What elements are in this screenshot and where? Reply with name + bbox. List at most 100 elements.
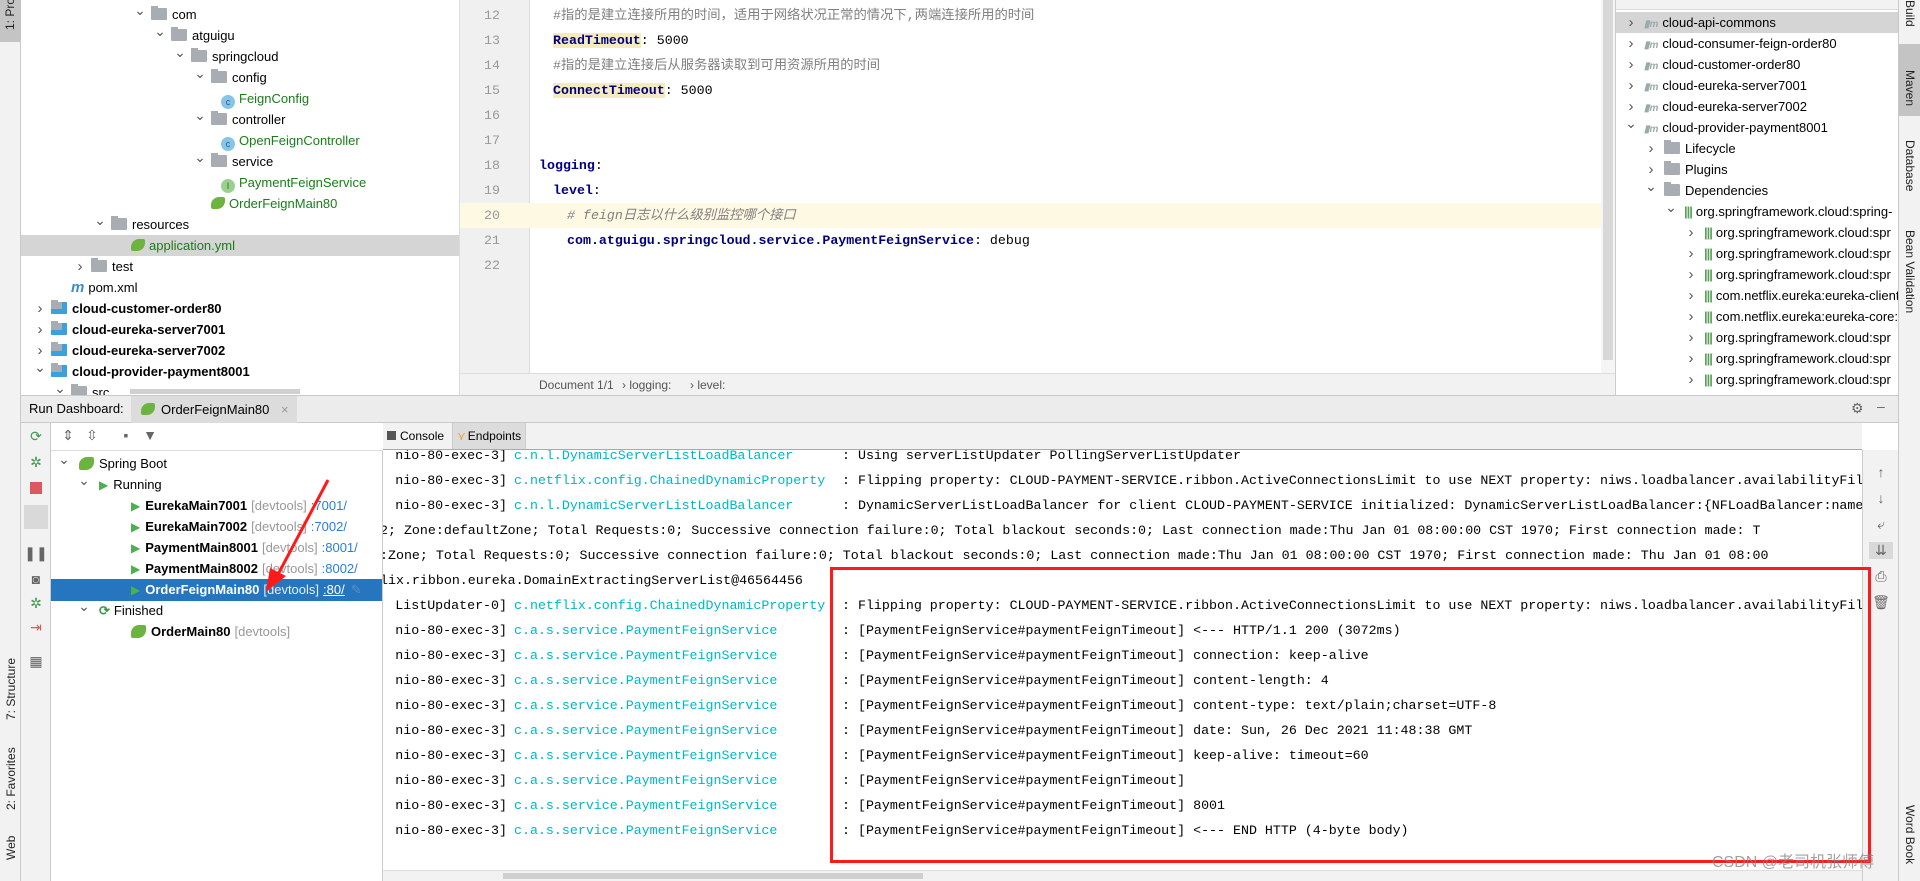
group-by-icon[interactable]: ▪ — [114, 427, 138, 443]
soft-wrap-icon[interactable]: ⤶ — [1869, 516, 1893, 533]
rerun-icon[interactable]: ⟳ — [24, 428, 48, 445]
code-line[interactable]: # feign日志以什么级别监控哪个接口 — [567, 203, 796, 228]
project-tree-item[interactable]: OrderFeignMain80 — [21, 193, 459, 214]
code-line[interactable]: #指的是建立连接所用的时间，适用于网络状况正常的情况下,两端连接所用的时间 — [553, 3, 1034, 28]
maven-tree-item[interactable]: › ▮m cloud-eureka-server7001 — [1616, 75, 1898, 96]
close-icon[interactable]: × — [281, 402, 289, 417]
favorites-tool-tab[interactable]: 2: Favorites — [4, 747, 18, 810]
breadcrumb-level[interactable]: › level: — [690, 374, 725, 395]
chevron-right-icon[interactable]: › — [1624, 75, 1638, 96]
chevron-right-icon[interactable]: › — [1684, 285, 1698, 306]
code-line[interactable]: level: — [553, 178, 601, 203]
project-tree-item[interactable]: › test — [21, 256, 459, 277]
print-icon[interactable]: ⎙ — [1869, 568, 1893, 585]
console-hscrollbar[interactable] — [383, 870, 1862, 881]
chevron-down-icon[interactable]: ⌄ — [153, 21, 167, 42]
editor-scrollbar[interactable] — [1601, 0, 1615, 373]
chevron-right-icon[interactable]: › — [33, 298, 47, 319]
bean-validation-tool-tab[interactable]: Bean Validation — [1903, 230, 1917, 313]
gear-icon[interactable]: ⚙ — [1851, 400, 1864, 417]
project-tree-item[interactable]: › cloud-eureka-server7002 — [21, 340, 459, 361]
pause-icon[interactable]: ❚❚ — [24, 545, 48, 562]
maven-tree-item[interactable]: › ||| org.springframework.cloud:spr — [1616, 264, 1898, 285]
layout-icon[interactable]: ▦ — [24, 653, 48, 670]
structure-tool-tab[interactable]: 7: Structure — [4, 658, 18, 720]
debug-icon[interactable]: ✲ — [24, 454, 48, 471]
chevron-right-icon[interactable]: › — [1684, 306, 1698, 327]
project-tree-scrollbar[interactable] — [130, 389, 300, 394]
maven-tree-item[interactable]: › ||| org.springframework.cloud:spr — [1616, 369, 1898, 390]
chevron-right-icon[interactable]: › — [1644, 138, 1658, 159]
project-tree-item[interactable]: ⌄ controller — [21, 107, 459, 130]
chevron-right-icon[interactable]: › — [73, 256, 87, 277]
maven-tree-item[interactable]: › ▮m cloud-api-commons — [1616, 12, 1898, 33]
chevron-right-icon[interactable]: › — [1684, 327, 1698, 348]
project-tree-item[interactable]: ⌄ atguigu — [21, 23, 459, 46]
maven-tree-item[interactable]: › Lifecycle — [1616, 138, 1898, 159]
maven-tree-item[interactable]: › ||| org.springframework.cloud:spr — [1616, 222, 1898, 243]
stop-icon[interactable] — [30, 482, 42, 494]
chevron-right-icon[interactable]: › — [1624, 12, 1638, 33]
exit-icon[interactable]: ⇥ — [24, 619, 48, 636]
chevron-right-icon[interactable]: › — [1624, 33, 1638, 54]
project-tree-item[interactable]: ⌄ service — [21, 149, 459, 172]
maven-tree-item[interactable]: › ▮m cloud-customer-order80 — [1616, 54, 1898, 75]
maven-tree-item[interactable]: › ||| org.springframework.cloud:spr — [1616, 243, 1898, 264]
maven-tree-item[interactable]: › ▮m cloud-consumer-feign-order80 — [1616, 33, 1898, 54]
code-line[interactable]: logging: — [539, 153, 603, 178]
maven-tool-tab[interactable]: Maven — [1899, 44, 1920, 116]
maven-tree-item[interactable]: › ||| org.springframework.cloud:spr — [1616, 327, 1898, 348]
code-line[interactable]: ReadTimeout: 5000 — [553, 28, 689, 53]
chevron-right-icon[interactable]: › — [1684, 264, 1698, 285]
maven-tree-item[interactable]: ⌄ Dependencies — [1616, 178, 1898, 201]
chevron-down-icon[interactable]: ⌄ — [193, 147, 207, 168]
code-line[interactable]: #指的是建立连接后从服务器读取到可用资源所用的时间 — [553, 53, 880, 78]
expand-all-icon[interactable]: ⇕ — [56, 427, 80, 444]
group-icon[interactable] — [24, 505, 48, 529]
chevron-down-icon[interactable]: ⌄ — [1664, 197, 1678, 218]
run-config-item[interactable]: OrderMain80 [devtools] — [51, 621, 382, 643]
project-tree-item[interactable]: ⌄ resources — [21, 212, 459, 235]
trash-icon[interactable]: 🗑 — [1869, 594, 1893, 611]
maven-tree-item[interactable]: ⌄ ▮m cloud-provider-payment8001 — [1616, 115, 1898, 138]
chevron-down-icon[interactable]: ⌄ — [173, 42, 187, 63]
chevron-down-icon[interactable]: ⌄ — [193, 105, 207, 126]
chevron-right-icon[interactable]: › — [1684, 348, 1698, 369]
maven-tree-item[interactable]: › ▮m cloud-eureka-server7002 — [1616, 96, 1898, 117]
chevron-down-icon[interactable]: ⌄ — [57, 449, 71, 470]
scroll-up-icon[interactable]: ↑ — [1869, 464, 1893, 480]
chevron-down-icon[interactable]: ⌄ — [33, 357, 47, 378]
build-tool-tab[interactable]: Build — [1903, 0, 1917, 27]
scroll-down-icon[interactable]: ↓ — [1869, 490, 1893, 506]
scroll-to-end-icon[interactable]: ⇊ — [1869, 542, 1893, 559]
chevron-right-icon[interactable]: › — [1684, 243, 1698, 264]
chevron-down-icon[interactable]: ⌄ — [1624, 113, 1638, 134]
project-tree-item[interactable]: m pom.xml — [21, 277, 459, 298]
project-tree-item[interactable]: I PaymentFeignService — [21, 172, 459, 193]
project-tree-item[interactable]: c FeignConfig — [21, 88, 459, 109]
filter-icon[interactable]: ▼ — [138, 427, 162, 443]
project-tree-item[interactable]: c OpenFeignController — [21, 130, 459, 151]
debug-attach-icon[interactable]: ✲ — [24, 595, 48, 612]
chevron-down-icon[interactable]: ⌄ — [93, 210, 107, 231]
project-tool-tab[interactable]: 1: Project — [0, 0, 21, 42]
project-tree-item[interactable]: ⌄ com — [21, 2, 459, 25]
chevron-down-icon[interactable]: ⌄ — [193, 63, 207, 84]
maven-tree-item[interactable]: › ||| com.netflix.eureka:eureka-client — [1616, 285, 1899, 306]
camera-icon[interactable]: ◙ — [24, 571, 48, 587]
tab-endpoints[interactable]: ⋎ Endpoints — [452, 423, 527, 449]
project-tree-item[interactable]: ⌄ cloud-provider-payment8001 — [21, 359, 459, 382]
chevron-right-icon[interactable]: › — [1624, 54, 1638, 75]
code-line[interactable]: ConnectTimeout: 5000 — [553, 78, 713, 103]
chevron-down-icon[interactable]: ⌄ — [77, 470, 91, 491]
run-config-item[interactable]: ⌄ ⟳ Finished — [51, 598, 382, 622]
maven-tree-item[interactable]: ⌄ ||| org.springframework.cloud:spring- — [1616, 199, 1898, 222]
edit-icon[interactable]: ✎ — [351, 582, 362, 597]
project-tree-item[interactable]: › cloud-eureka-server7001 — [21, 319, 459, 340]
breadcrumb-logging[interactable]: › logging: — [622, 374, 671, 395]
project-tree-item[interactable]: application.yml — [21, 235, 459, 256]
collapse-all-icon[interactable]: ⇳ — [80, 427, 104, 444]
chevron-right-icon[interactable]: › — [1684, 369, 1698, 390]
maven-tree-item[interactable]: › ||| com.netflix.eureka:eureka-core: — [1616, 306, 1899, 327]
code-line[interactable]: com.atguigu.springcloud.service.PaymentF… — [567, 228, 1030, 253]
